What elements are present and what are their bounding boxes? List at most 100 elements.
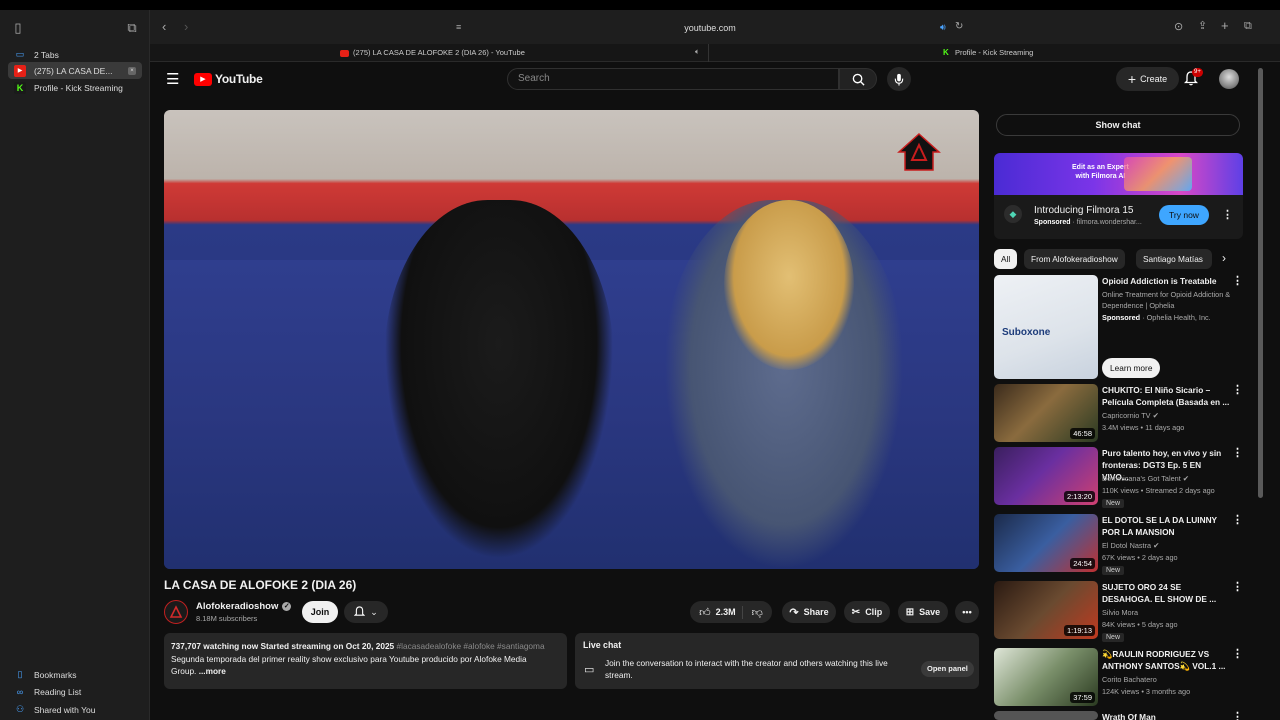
sidebar-tab-kick[interactable]: K Profile - Kick Streaming	[8, 79, 142, 96]
sidebar-reading-list[interactable]: ∞ Reading List	[8, 683, 142, 700]
save-button[interactable]: ⊞ Save	[898, 601, 948, 623]
search-icon	[852, 73, 865, 86]
more-vertical-icon[interactable]: ⋮	[1222, 208, 1233, 221]
sidebar-shared[interactable]: ⚇ Shared with You	[8, 701, 142, 718]
more-vertical-icon[interactable]: ⋮	[1232, 514, 1243, 526]
avatar[interactable]	[1219, 69, 1239, 89]
sidebar-toggle-icon[interactable]: ▯	[10, 20, 26, 36]
tab-overview-icon[interactable]: ⧉	[124, 20, 140, 36]
ad-thumbnail-text: Suboxone	[1002, 327, 1051, 338]
ad-cta-button[interactable]: Try now	[1159, 205, 1209, 225]
audio-icon[interactable]: 🔊︎	[940, 22, 946, 33]
share-label: Share	[803, 607, 829, 617]
open-panel-button[interactable]: Open panel	[921, 661, 974, 677]
rec-meta: 67K views • 2 days ago	[1102, 553, 1178, 562]
reading-list-label: Reading List	[34, 686, 82, 697]
menu-bar	[0, 0, 1280, 10]
description-box[interactable]: 737,707 watching now Started streaming o…	[164, 633, 567, 689]
ad-banner-text: Edit as an Expert with Filmora AI	[1072, 163, 1129, 181]
ad-banner: Edit as an Expert with Filmora AI	[994, 153, 1243, 195]
rec-title: SUJETO ORO 24 SE DESAHOGA. EL SHOW DE ..…	[1102, 582, 1217, 604]
thumbs-down-icon[interactable]: 👎︎	[748, 606, 763, 619]
more-vertical-icon[interactable]: ⋮	[1232, 711, 1243, 720]
plus-icon: +	[1127, 71, 1137, 87]
search-button[interactable]	[839, 68, 877, 90]
page-scrollbar[interactable]	[1258, 68, 1263, 498]
live-chat-title: Live chat	[583, 640, 622, 650]
more-vertical-icon[interactable]: ⋮	[1232, 447, 1243, 459]
rec-channel-name: El Dotol Nastra	[1102, 541, 1152, 550]
verified-icon: ✔︎	[1182, 474, 1189, 483]
back-icon[interactable]: ‹	[162, 19, 166, 34]
forward-icon[interactable]: ›	[184, 19, 188, 34]
recommendation-item[interactable]: 46:58 CHUKITO: El Niño Sicario – Películ…	[994, 384, 1244, 444]
search-input[interactable]: Search	[507, 68, 839, 90]
tab-overview-icon[interactable]: ⧉	[1244, 20, 1252, 33]
ad-card[interactable]: Edit as an Expert with Filmora AI ◆ Intr…	[994, 153, 1243, 239]
more-vertical-icon[interactable]: ⋮	[1232, 581, 1243, 593]
video-player[interactable]	[164, 110, 979, 569]
rec-channel: Corito Bachatero	[1102, 675, 1157, 684]
rec-channel: El Dotol Nastra ✔︎	[1102, 540, 1159, 552]
download-icon[interactable]: ⊙	[1174, 20, 1183, 33]
bookmarks-label: Bookmarks	[34, 669, 77, 680]
more-vertical-icon[interactable]: ⋮	[1232, 384, 1243, 396]
mute-tab-icon[interactable]: 🔈︎	[695, 47, 700, 57]
shared-label: Shared with You	[34, 704, 96, 715]
shared-icon: ⚇	[15, 704, 25, 714]
chip-channel[interactable]: From Alofokeradioshow	[1024, 249, 1125, 269]
channel-row: Alofokeradioshow ✓ 8.18M subscribers Joi…	[164, 600, 979, 624]
youtube-logo[interactable]: ▶ YouTube	[194, 72, 263, 86]
recommendation-item[interactable]: 37:59 💫RAULIN RODRIGUEZ VS ANTHONY SANTO…	[994, 648, 1244, 708]
create-button[interactable]: + Create	[1116, 67, 1179, 91]
share-icon[interactable]: ⇪	[1198, 19, 1207, 32]
rec-line2: Online Treatment for Opioid Addiction & …	[1102, 290, 1231, 310]
rec-advertiser: Ophelia Health, Inc.	[1146, 313, 1211, 322]
sidebar-tab-youtube[interactable]: ▶ (275) LA CASA DE... ×	[8, 62, 142, 79]
video-title: LA CASA DE ALOFOKE 2 (DIA 26)	[164, 578, 357, 592]
tabs-header[interactable]: ▭ 2 Tabs	[8, 46, 142, 63]
channel-name-row[interactable]: Alofokeradioshow ✓	[196, 601, 292, 612]
menu-icon[interactable]: ☰	[166, 70, 179, 88]
recommendation-item[interactable]: Wrath Of Man ⋮	[994, 711, 1244, 720]
recommendation-item[interactable]: 1:19:13 SUJETO ORO 24 SE DESAHOGA. EL SH…	[994, 581, 1244, 644]
chevron-down-icon: ⌄	[370, 606, 378, 617]
more-vertical-icon[interactable]: ⋮	[1232, 648, 1243, 660]
subscribe-bell-button[interactable]: ⌄	[344, 601, 388, 623]
new-tab-icon[interactable]: +	[1221, 18, 1229, 33]
chevron-right-icon[interactable]: ›	[1222, 251, 1226, 265]
sidebar-bookmarks[interactable]: ▯ Bookmarks	[8, 666, 142, 683]
kick-favicon-icon: K	[14, 81, 26, 94]
like-button[interactable]: 👍︎ 2.3M	[699, 605, 743, 619]
rec-channel: Silvio Mora	[1102, 608, 1139, 617]
tab-kick[interactable]: K Profile - Kick Streaming	[943, 44, 1033, 62]
hashtags[interactable]: #lacasadealofoke #alofoke #santiagoma	[397, 641, 545, 651]
channel-avatar[interactable]	[164, 600, 188, 624]
chat-bubble-icon: ▭	[584, 664, 595, 676]
notifications-button[interactable]: 9+	[1183, 68, 1203, 87]
address-bar[interactable]: youtube.com	[450, 19, 970, 37]
clip-button[interactable]: ✂ Clip	[844, 601, 890, 623]
close-tab-icon[interactable]: ×	[128, 66, 136, 75]
show-chat-button[interactable]: Show chat	[996, 114, 1240, 136]
browser-sidebar: ▯ ⧉ ▭ 2 Tabs ▶ (275) LA CASA DE... × K P…	[0, 10, 150, 720]
verified-icon: ✔︎	[1153, 541, 1160, 550]
tab-youtube[interactable]: (275) LA CASA DE ALOFOKE 2 (DIA 26) - Yo…	[340, 44, 525, 62]
more-actions-button[interactable]: •••	[955, 601, 979, 623]
reload-icon[interactable]: ↻	[955, 21, 963, 32]
tab-bar: (275) LA CASA DE ALOFOKE 2 (DIA 26) - Yo…	[150, 44, 1280, 62]
stream-stats: 737,707 watching now Started streaming o…	[171, 641, 395, 651]
chip-santiago[interactable]: Santiago Matías	[1136, 249, 1212, 269]
more-link[interactable]: ...more	[199, 666, 226, 676]
video-thumbnail: 37:59	[994, 648, 1098, 706]
join-button[interactable]: Join	[302, 601, 338, 623]
recommendation-item[interactable]: 2:13:20 Puro talento hoy, en vivo y sin …	[994, 447, 1244, 510]
voice-search-button[interactable]	[887, 67, 911, 91]
chip-all[interactable]: All	[994, 249, 1018, 269]
channel-name[interactable]: Alofokeradioshow	[196, 601, 278, 612]
learn-more-button[interactable]: Learn more	[1102, 358, 1161, 378]
recommendation-ad[interactable]: Suboxone Opioid Addiction is Treatable O…	[994, 275, 1244, 380]
recommendation-item[interactable]: 24:54 EL DOTOL SE LA DA LUINNY POR LA MA…	[994, 514, 1244, 577]
more-vertical-icon[interactable]: ⋮	[1232, 275, 1243, 287]
share-button[interactable]: ↷ Share	[782, 601, 836, 623]
